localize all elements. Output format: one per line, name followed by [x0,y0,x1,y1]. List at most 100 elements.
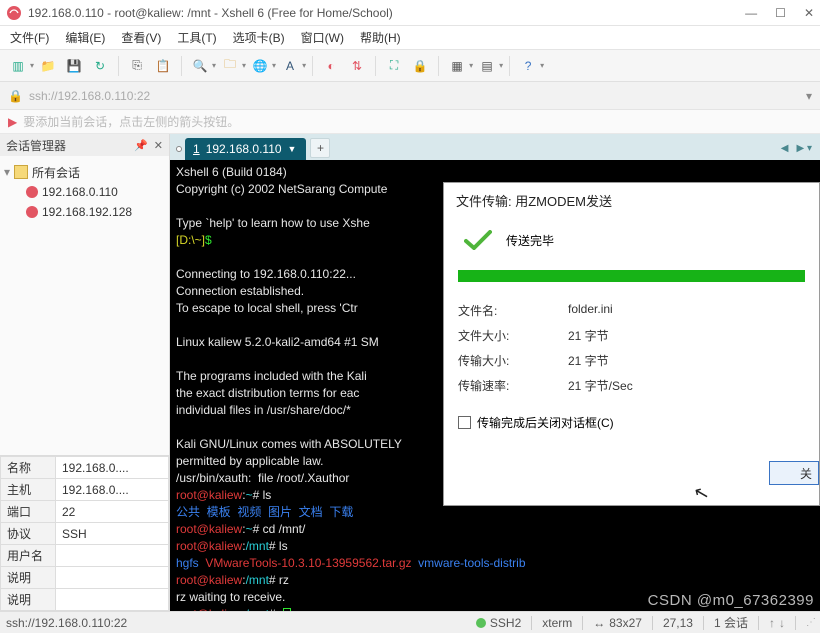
window-title: 192.168.0.110 - root@kaliew: /mnt - Xshe… [28,6,745,20]
close-button[interactable]: ✕ [804,6,814,20]
prop-val [56,567,169,589]
session-manager-title: 会话管理器 [6,137,66,154]
tab-add-button[interactable]: + [310,138,330,158]
rate-value: 21 字节/Sec [568,377,633,394]
tab-dropdown-icon[interactable]: ▼ [288,144,297,154]
transsize-value: 21 字节 [568,352,609,369]
status-term: xterm [542,616,572,630]
address-input[interactable]: ssh://192.168.0.110:22 [29,89,800,103]
prop-row: 说明 [1,567,169,589]
new-session-icon[interactable]: ▥ [6,54,30,78]
flag-icon: ▶ [8,115,17,129]
status-address: ssh://192.168.0.110:22 [6,616,127,630]
session-label: 192.168.0.110 [42,185,118,199]
add-address-button[interactable]: ▾ [806,89,812,103]
xshell-icon[interactable]: ◐ [319,54,343,78]
tab-next-icon[interactable]: ▶ ▾ [797,143,813,154]
lock-icon[interactable]: 🔒 [408,54,432,78]
tab-label: 192.168.0.110 [206,142,282,156]
dialog-close-button[interactable]: 关 [769,461,819,485]
tab-menu-icon[interactable] [176,146,182,152]
tile-icon[interactable]: ▤ [475,54,499,78]
prop-val [56,589,169,611]
transfer-dialog: 文件传输: 用ZMODEM发送 传送完毕 文件名:folder.ini 文件大小… [443,182,820,506]
xftp-icon[interactable]: ⇅ [345,54,369,78]
session-item[interactable]: 192.168.192.128 [4,202,165,222]
address-bar: 🔒 ssh://192.168.0.110:22 ▾ [0,82,820,110]
menu-edit[interactable]: 编辑(E) [59,27,111,48]
rate-label: 传输速率: [458,377,568,394]
session-tree[interactable]: ▾ 所有会话 192.168.0.110 192.168.192.128 [0,156,169,455]
menu-file[interactable]: 文件(F) [4,27,55,48]
checkbox-icon[interactable] [458,416,471,429]
prop-key: 说明 [1,567,56,589]
window-controls: — ☐ ✕ [745,6,814,20]
close-after-checkbox[interactable]: 传输完成后关闭对话框(C) [458,414,805,431]
reconnect-icon[interactable]: ↻ [88,54,112,78]
prop-row: 名称192.168.0.... [1,457,169,479]
search-icon[interactable]: 🔍 [188,54,212,78]
session-item[interactable]: 192.168.0.110 [4,182,165,202]
minimize-button[interactable]: — [745,6,757,20]
open-icon[interactable]: 📁 [36,54,60,78]
folder-icon[interactable]: 🗀 [218,54,242,78]
session-manager-header: 会话管理器 📌 ✕ [0,134,169,156]
prop-val [56,545,169,567]
prop-key: 端口 [1,501,56,523]
status-pos: 27,13 [663,616,693,630]
pin-icon[interactable]: 📌 [134,139,148,152]
tree-root[interactable]: ▾ 所有会话 [4,162,165,182]
menu-tabs[interactable]: 选项卡(B) [227,27,291,48]
filesize-label: 文件大小: [458,327,568,344]
watermark: CSDN @m0_67362399 [648,592,814,609]
prop-val: SSH [56,523,169,545]
session-properties: 名称192.168.0.... 主机192.168.0.... 端口22 协议S… [0,455,169,611]
resize-icon: ↔ [593,616,605,630]
maximize-button[interactable]: ☐ [775,6,786,20]
prop-row: 用户名 [1,545,169,567]
globe-icon[interactable]: 🌐 [248,54,272,78]
menu-tools[interactable]: 工具(T) [171,27,222,48]
help-icon[interactable]: ? [516,54,540,78]
prop-key: 用户名 [1,545,56,567]
close-panel-icon[interactable]: ✕ [154,139,163,152]
paste-icon[interactable]: 📋 [151,54,175,78]
tab-number: 1 [193,142,200,156]
progress-bar [458,270,805,282]
expand-icon[interactable]: ⛶ [382,54,406,78]
filename-label: 文件名: [458,302,568,319]
menu-help[interactable]: 帮助(H) [354,27,407,48]
resize-grip-icon[interactable]: ⋰ [806,617,814,628]
tab-active[interactable]: 1 192.168.0.110 ▼ [185,138,306,160]
font-icon[interactable]: A [278,54,302,78]
prop-key: 说明 [1,589,56,611]
copy-icon[interactable]: ⎘ [125,54,149,78]
status-proto: SSH2 [490,616,521,630]
prop-row: 说明 [1,589,169,611]
folder-icon [14,165,28,179]
save-icon[interactable]: 💾 [62,54,86,78]
collapse-icon[interactable]: ▾ [4,165,10,179]
title-bar: 192.168.0.110 - root@kaliew: /mnt - Xshe… [0,0,820,26]
layout-icon[interactable]: ▦ [445,54,469,78]
session-icon [26,206,38,218]
app-icon [6,5,22,21]
hint-text: 要添加当前会话，点击左侧的箭头按钮。 [23,113,239,130]
status-bar: ssh://192.168.0.110:22 SSH2 xterm ↔ 83x2… [0,611,820,633]
filesize-value: 21 字节 [568,327,609,344]
prop-key: 名称 [1,457,56,479]
menu-bar: 文件(F) 编辑(E) 查看(V) 工具(T) 选项卡(B) 窗口(W) 帮助(… [0,26,820,50]
prop-val: 22 [56,501,169,523]
prop-key: 主机 [1,479,56,501]
tab-prev-icon[interactable]: ◀ [781,143,789,154]
arrow-down-icon[interactable]: ↓ [779,616,785,630]
mouse-pointer-icon: ↖ [692,481,712,505]
status-dot-icon [476,618,486,628]
hint-bar: ▶ 要添加当前会话，点击左侧的箭头按钮。 [0,110,820,134]
prop-val: 192.168.0.... [56,479,169,501]
session-icon [26,186,38,198]
menu-view[interactable]: 查看(V) [115,27,167,48]
arrow-up-icon[interactable]: ↑ [769,616,775,630]
menu-window[interactable]: 窗口(W) [295,27,350,48]
status-sessions: 1 会话 [714,614,748,631]
